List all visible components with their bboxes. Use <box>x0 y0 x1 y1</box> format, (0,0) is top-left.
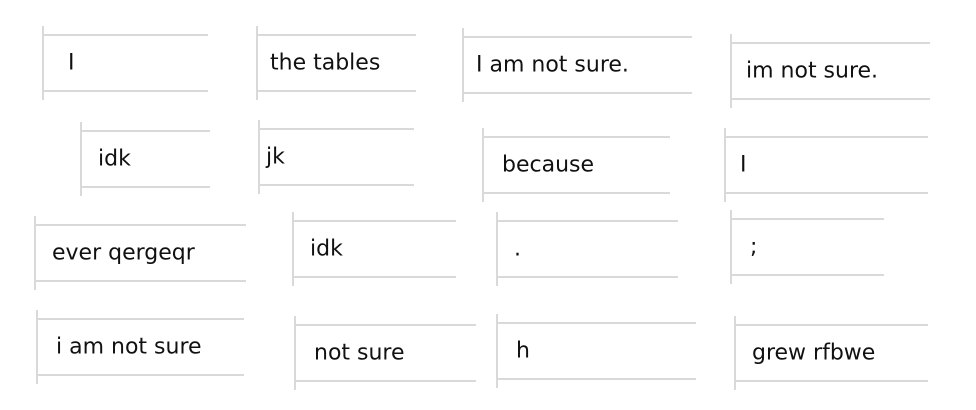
response-cell-12[interactable]: ; <box>730 210 884 284</box>
response-cell-8[interactable]: I <box>724 128 928 202</box>
response-text-13: i am not sure <box>56 334 202 360</box>
response-text-12: ; <box>750 234 758 260</box>
response-text-10: idk <box>310 236 343 262</box>
response-text-15: h <box>516 338 530 364</box>
response-text-7: because <box>502 152 595 178</box>
response-text-16: grew rfbwe <box>752 340 876 366</box>
response-cell-7[interactable]: because <box>482 128 670 202</box>
response-cell-1[interactable]: I <box>42 26 208 100</box>
response-cell-16[interactable]: grew rfbwe <box>734 316 928 390</box>
response-text-3: I am not sure. <box>476 52 629 78</box>
response-cell-2[interactable]: the tables <box>256 26 416 100</box>
response-text-9: ever qergeqr <box>52 240 195 266</box>
response-cell-14[interactable]: not sure <box>294 316 476 390</box>
response-text-11: . <box>514 236 521 262</box>
response-text-6: jk <box>266 144 285 170</box>
response-text-14: not sure <box>314 340 405 366</box>
response-cell-13[interactable]: i am not sure <box>36 310 244 384</box>
response-cell-3[interactable]: I am not sure. <box>462 28 692 102</box>
response-cell-5[interactable]: idk <box>80 122 210 196</box>
response-text-4: im not sure. <box>746 58 879 84</box>
response-text-8: I <box>740 152 747 178</box>
response-cell-4[interactable]: im not sure. <box>730 34 930 108</box>
response-cell-9[interactable]: ever qergeqr <box>34 216 246 290</box>
response-cell-15[interactable]: h <box>496 314 696 388</box>
response-cell-10[interactable]: idk <box>292 212 456 286</box>
response-text-5: idk <box>98 146 131 172</box>
response-text-1: I <box>68 50 75 76</box>
response-text-2: the tables <box>270 50 381 76</box>
response-cell-6[interactable]: jk <box>258 120 414 194</box>
response-cell-11[interactable]: . <box>496 212 678 286</box>
